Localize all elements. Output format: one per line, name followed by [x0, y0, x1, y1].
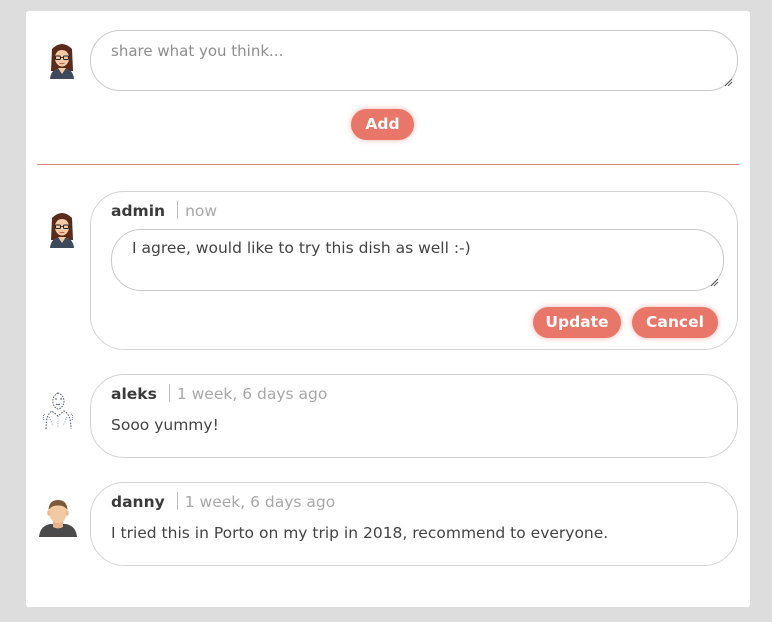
comment-author[interactable]: danny: [111, 493, 165, 511]
man-avatar-icon: [38, 497, 78, 537]
edit-comment-input[interactable]: I agree, would like to try this dish as …: [111, 229, 724, 291]
add-comment-button[interactable]: Add: [351, 109, 414, 140]
comment-author[interactable]: admin: [111, 202, 165, 220]
comment-time: now: [185, 202, 218, 220]
comment-time: 1 week, 6 days ago: [176, 385, 328, 403]
editing-comment: admin now I agree, would like to try this…: [90, 191, 738, 350]
current-user-avatar-icon: [42, 41, 82, 81]
sketch-avatar-icon: [38, 390, 78, 430]
comment-item: danny 1 week, 6 days ago I tried this in …: [90, 482, 738, 566]
comment-item: aleks 1 week, 6 days ago Sooo yummy!: [90, 374, 738, 458]
comment-header: admin now: [111, 201, 217, 221]
resize-grip-icon[interactable]: [709, 277, 719, 287]
section-divider: [37, 164, 739, 165]
edit-comment-text: I agree, would like to try this dish as …: [132, 239, 471, 257]
resize-grip-icon[interactable]: [723, 77, 733, 87]
new-comment-input[interactable]: share what you think...: [90, 30, 738, 91]
comment-text: I tried this in Porto on my trip in 2018…: [111, 524, 609, 542]
header-separator: [168, 384, 170, 402]
comments-card: share what you think... Add admin now I a…: [26, 11, 750, 607]
admin-avatar-icon: [42, 210, 82, 250]
header-separator: [177, 201, 179, 219]
update-button[interactable]: Update: [533, 307, 621, 338]
comment-author[interactable]: aleks: [111, 385, 157, 403]
new-comment-placeholder: share what you think...: [111, 42, 284, 60]
comment-time: 1 week, 6 days ago: [184, 493, 336, 511]
header-separator: [176, 492, 178, 510]
cancel-button[interactable]: Cancel: [632, 307, 718, 338]
comment-text: Sooo yummy!: [111, 416, 219, 434]
comment-header: aleks 1 week, 6 days ago: [111, 384, 327, 404]
comment-header: danny 1 week, 6 days ago: [111, 492, 335, 512]
